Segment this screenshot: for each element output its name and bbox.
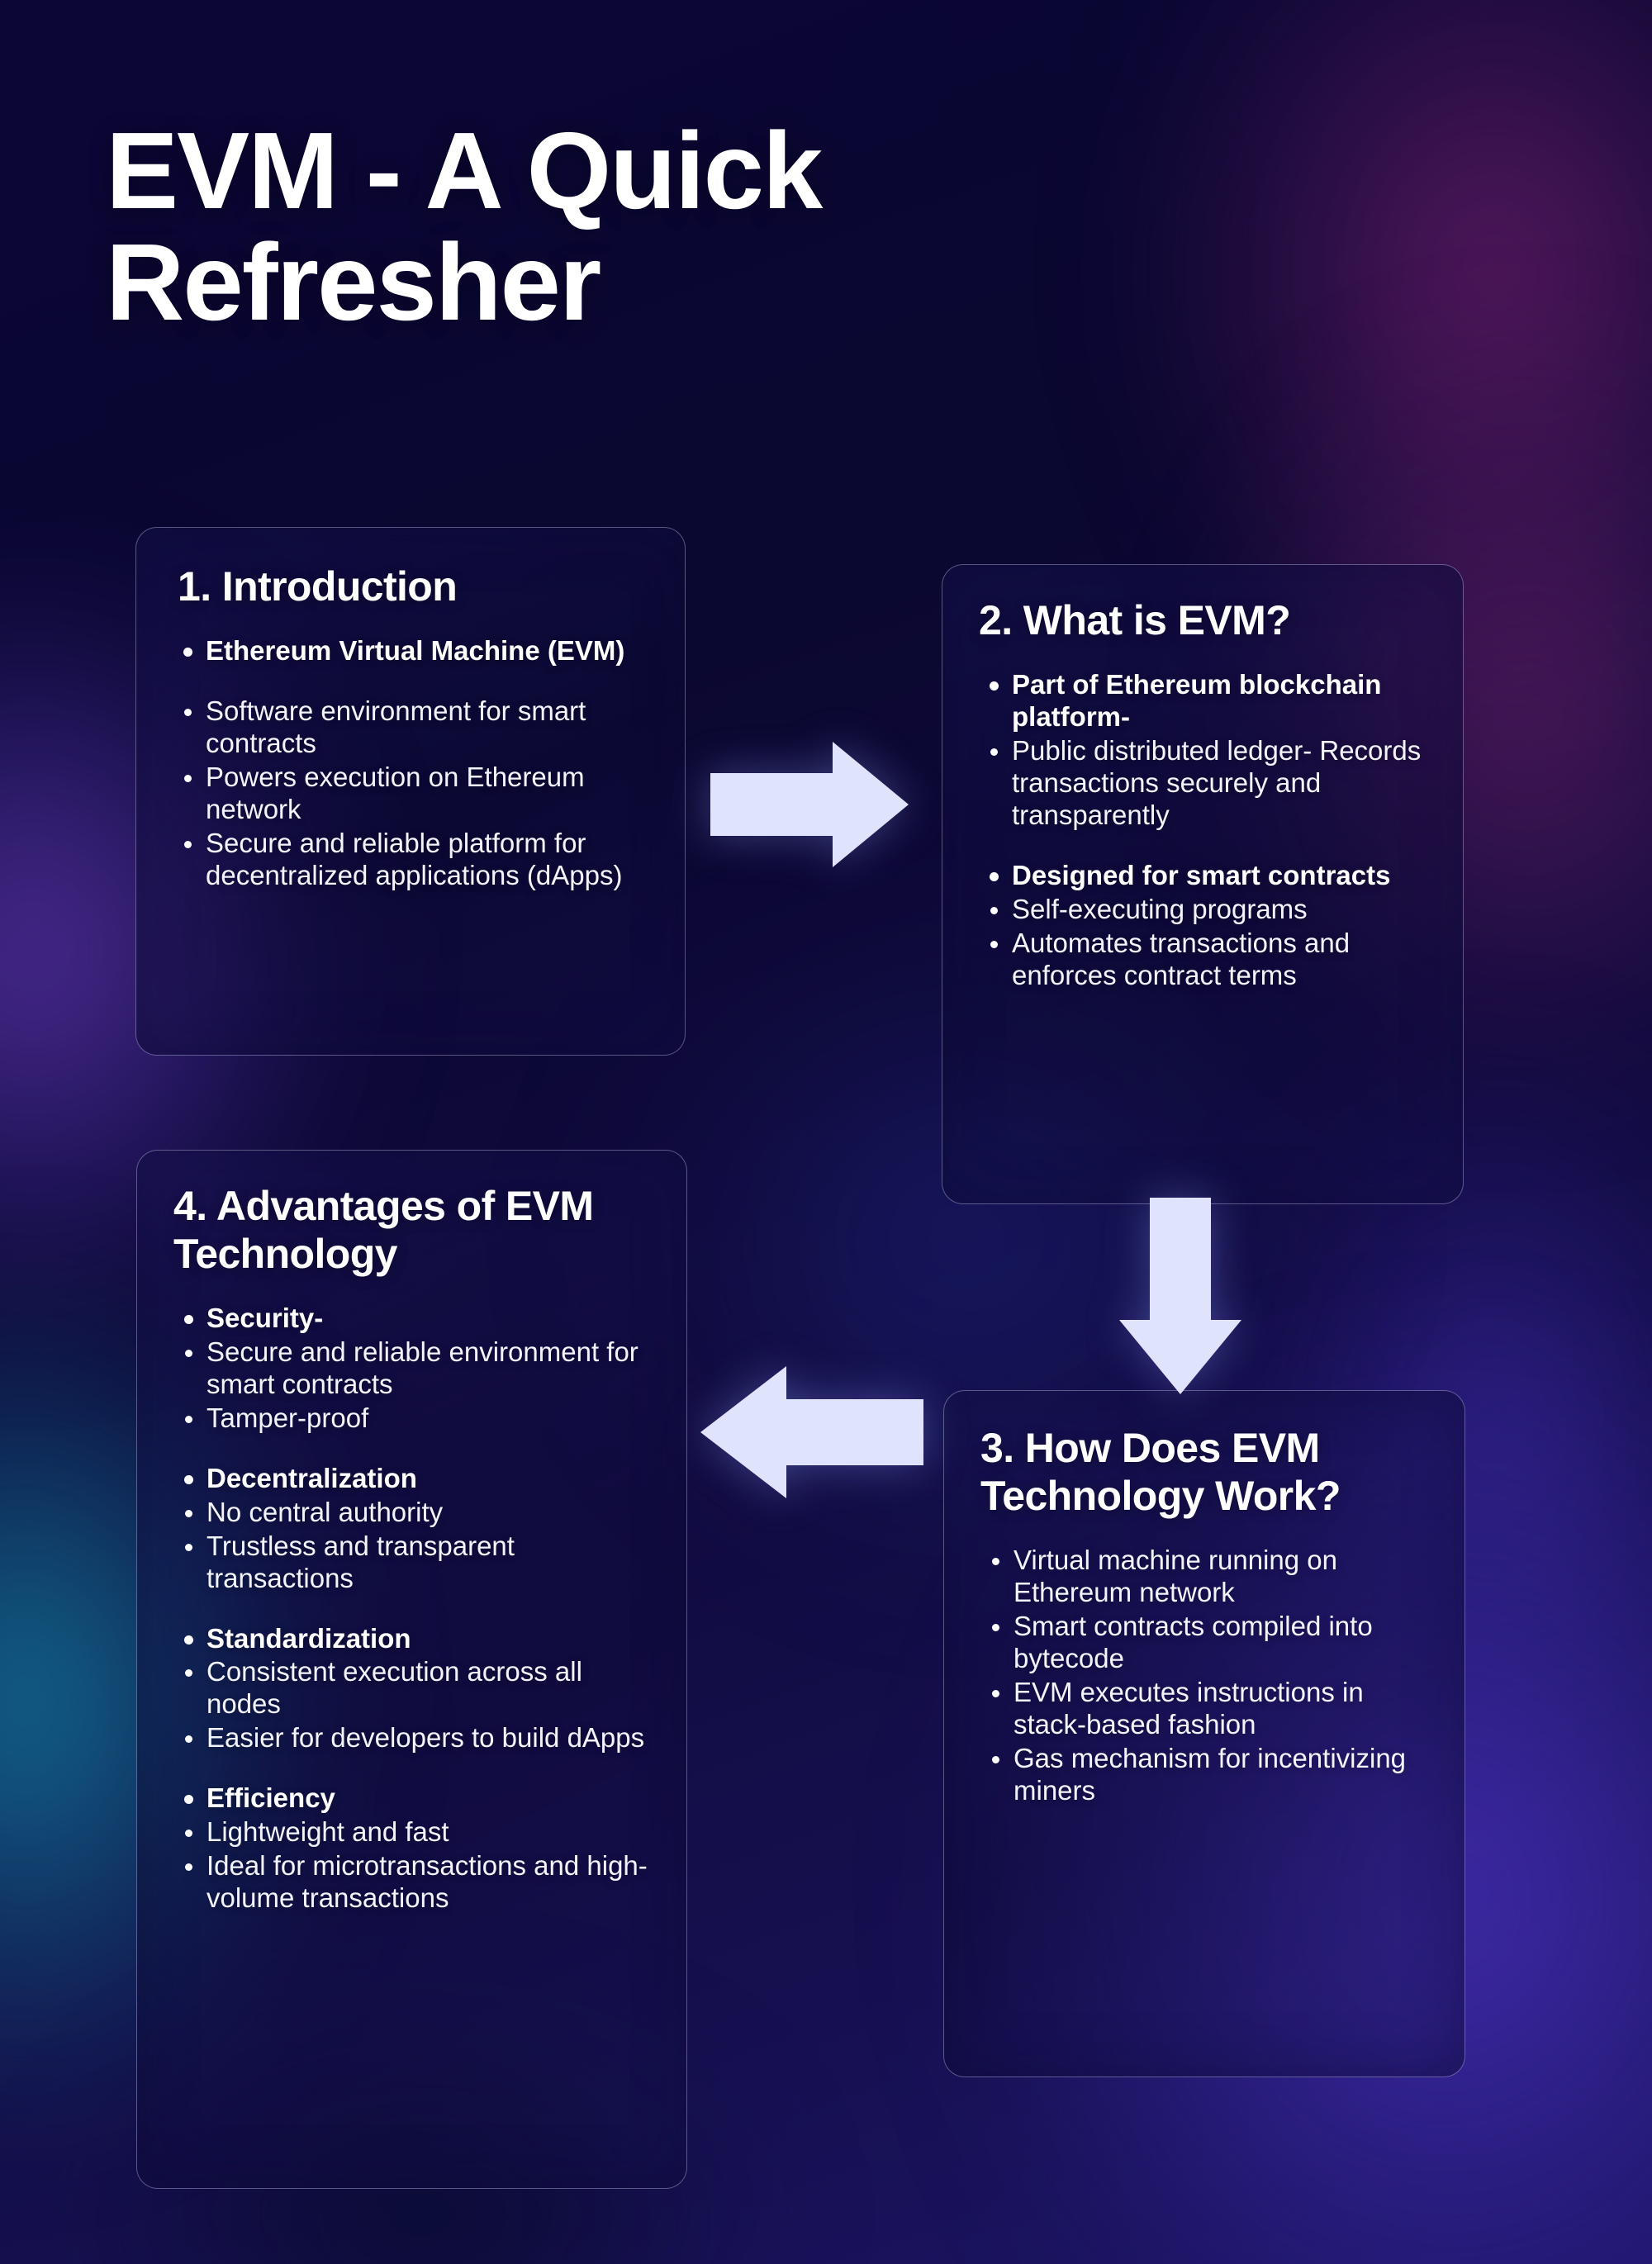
arrow-down-icon xyxy=(1119,1198,1241,1394)
card-body: Virtual machine running on Ethereum netw… xyxy=(980,1545,1430,1807)
bullet-group: Decentralization No central authority Trus… xyxy=(173,1463,652,1595)
bullet-item: Standardization xyxy=(173,1623,652,1655)
bullet-item: EVM executes instructions in stack-based… xyxy=(980,1677,1430,1741)
card-heading: 2. What is EVM? xyxy=(979,597,1291,643)
page-title: EVM - A Quick Refresher xyxy=(106,110,823,343)
bullet-item: Secure and reliable platform for decentr… xyxy=(173,828,650,892)
card-heading: 4. Advantages of EVM Technology xyxy=(173,1183,594,1277)
bullet-list: Efficiency Lightweight and fast Ideal for … xyxy=(173,1782,652,1915)
bullet-list: Ethereum Virtual Machine (EVM) xyxy=(173,635,650,667)
bullet-group: Ethereum Virtual Machine (EVM) xyxy=(173,635,650,667)
section-card-introduction: 1. Introduction Ethereum Virtual Machine… xyxy=(135,527,686,1056)
bullet-list: Standardization Consistent execution acro… xyxy=(173,1623,652,1755)
card-body: Part of Ethereum blockchain platform- Pub… xyxy=(979,669,1428,991)
bullet-item: Designed for smart contracts xyxy=(979,860,1428,892)
bullet-item: Part of Ethereum blockchain platform- xyxy=(979,669,1428,733)
infographic-page: EVM - A Quick Refresher 1. Introduction … xyxy=(0,0,1652,2264)
bullet-list: Designed for smart contracts Self-executi… xyxy=(979,860,1428,992)
bullet-group: Efficiency Lightweight and fast Ideal for … xyxy=(173,1782,652,1915)
bullet-list: Security- Secure and reliable environment… xyxy=(173,1303,652,1435)
section-card-advantages: 4. Advantages of EVM Technology Security… xyxy=(136,1150,687,2189)
arrow-right-icon xyxy=(710,742,909,867)
bullet-item: Automates transactions and enforces cont… xyxy=(979,928,1428,992)
bullet-item: Ideal for microtransactions and high-vol… xyxy=(173,1850,652,1915)
bullet-item: Public distributed ledger- Records trans… xyxy=(979,735,1428,832)
bullet-item: Trustless and transparent transactions xyxy=(173,1531,652,1595)
arrow-left-icon xyxy=(700,1366,923,1498)
bullet-item: Virtual machine running on Ethereum netw… xyxy=(980,1545,1430,1609)
bullet-item: Tamper-proof xyxy=(173,1403,652,1435)
bullet-item: Secure and reliable environment for smar… xyxy=(173,1336,652,1401)
bullet-group: Part of Ethereum blockchain platform- Pub… xyxy=(979,669,1428,832)
section-card-how-does-evm-work: 3. How Does EVM Technology Work? Virtual… xyxy=(943,1390,1465,2077)
bullet-item: No central authority xyxy=(173,1497,652,1529)
section-card-what-is-evm: 2. What is EVM? Part of Ethereum blockch… xyxy=(942,564,1464,1204)
bullet-item: Self-executing programs xyxy=(979,894,1428,926)
card-body: Security- Secure and reliable environment… xyxy=(173,1303,652,1915)
bullet-item: Decentralization xyxy=(173,1463,652,1495)
card-body: Ethereum Virtual Machine (EVM) Software e… xyxy=(173,635,650,892)
bullet-item: Consistent execution across all nodes xyxy=(173,1656,652,1721)
bullet-group: Designed for smart contracts Self-executi… xyxy=(979,860,1428,992)
bullet-group: Standardization Consistent execution acro… xyxy=(173,1623,652,1755)
bullet-list: Decentralization No central authority Trus… xyxy=(173,1463,652,1595)
bullet-item: Powers execution on Ethereum network xyxy=(173,762,650,826)
bullet-item: Smart contracts compiled into bytecode xyxy=(980,1611,1430,1675)
bullet-group: Virtual machine running on Ethereum netw… xyxy=(980,1545,1430,1807)
bullet-item: Security- xyxy=(173,1303,652,1335)
bullet-list: Software environment for smart contracts… xyxy=(173,695,650,892)
bullet-list: Part of Ethereum blockchain platform- Pub… xyxy=(979,669,1428,832)
bullet-item: Ethereum Virtual Machine (EVM) xyxy=(173,635,650,667)
bullet-item: Software environment for smart contracts xyxy=(173,695,650,760)
bullet-item: Easier for developers to build dApps xyxy=(173,1722,652,1754)
card-heading: 3. How Does EVM Technology Work? xyxy=(980,1425,1341,1519)
bullet-list: Virtual machine running on Ethereum netw… xyxy=(980,1545,1430,1807)
bullet-group: Security- Secure and reliable environment… xyxy=(173,1303,652,1435)
bullet-item: Gas mechanism for incentivizing miners xyxy=(980,1743,1430,1807)
bullet-item: Efficiency xyxy=(173,1782,652,1815)
bullet-item: Lightweight and fast xyxy=(173,1816,652,1849)
bullet-group: Software environment for smart contracts… xyxy=(173,695,650,892)
card-heading: 1. Introduction xyxy=(178,563,458,610)
